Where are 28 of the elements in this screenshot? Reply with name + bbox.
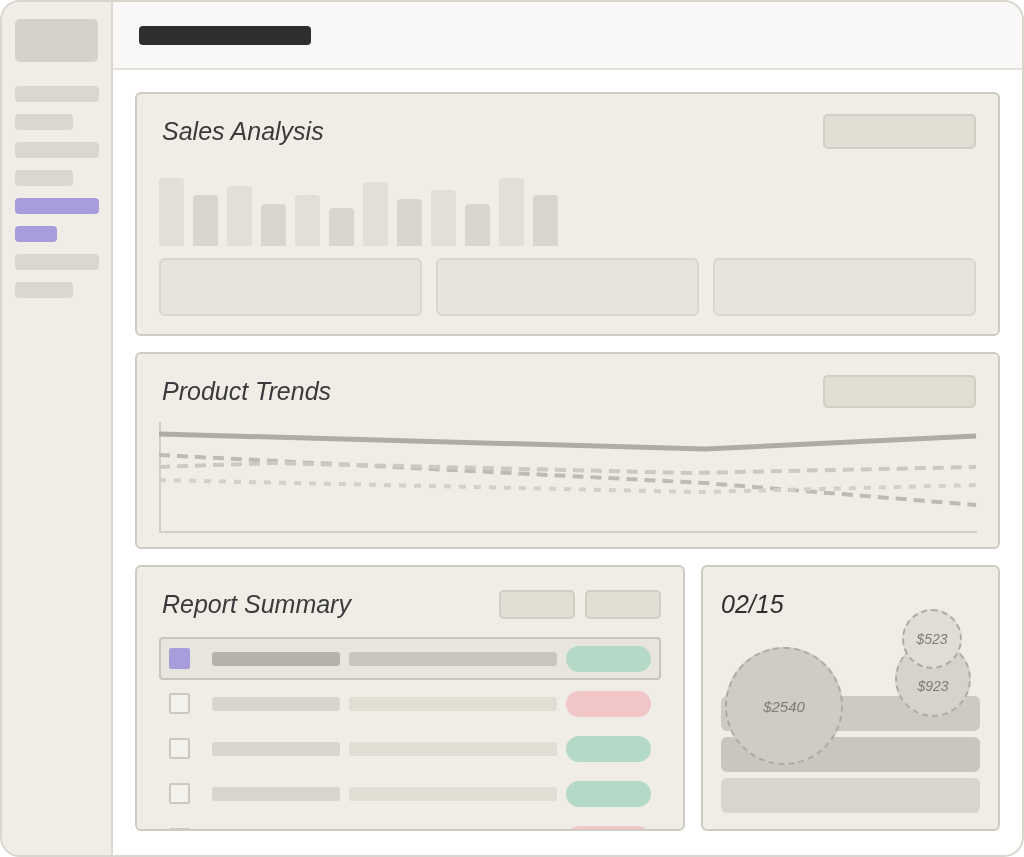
- panel-button[interactable]: [823, 114, 976, 149]
- chart-bar: [533, 195, 558, 246]
- chart-bar: [397, 199, 422, 246]
- table-row[interactable]: [159, 637, 661, 680]
- sidebar-item[interactable]: [15, 254, 99, 270]
- chart-bar: [329, 208, 354, 246]
- panel-button[interactable]: [499, 590, 575, 619]
- checkbox[interactable]: [169, 783, 190, 804]
- value-bubble: $2540: [725, 647, 843, 765]
- sidebar-item[interactable]: [15, 170, 73, 186]
- panel-button[interactable]: [823, 375, 976, 408]
- checkbox[interactable]: [169, 648, 190, 669]
- panel-button[interactable]: [585, 590, 661, 619]
- sidebar-item[interactable]: [15, 114, 73, 130]
- sidebar-item[interactable]: [15, 86, 99, 102]
- sidebar-item[interactable]: [15, 198, 99, 214]
- chart-bar: [465, 204, 490, 246]
- sidebar-item[interactable]: [15, 226, 57, 242]
- chart-bar: [261, 204, 286, 246]
- sidebar-item[interactable]: [15, 142, 99, 158]
- panel-title: Product Trends: [161, 376, 332, 407]
- checkbox[interactable]: [169, 693, 190, 714]
- panel-title: Sales Analysis: [161, 116, 324, 147]
- checkbox[interactable]: [169, 738, 190, 759]
- panel-title: Report Summary: [161, 589, 351, 620]
- date-title: 02/15: [721, 589, 785, 620]
- chart-bar: [193, 195, 218, 246]
- sidebar-item[interactable]: [15, 282, 73, 298]
